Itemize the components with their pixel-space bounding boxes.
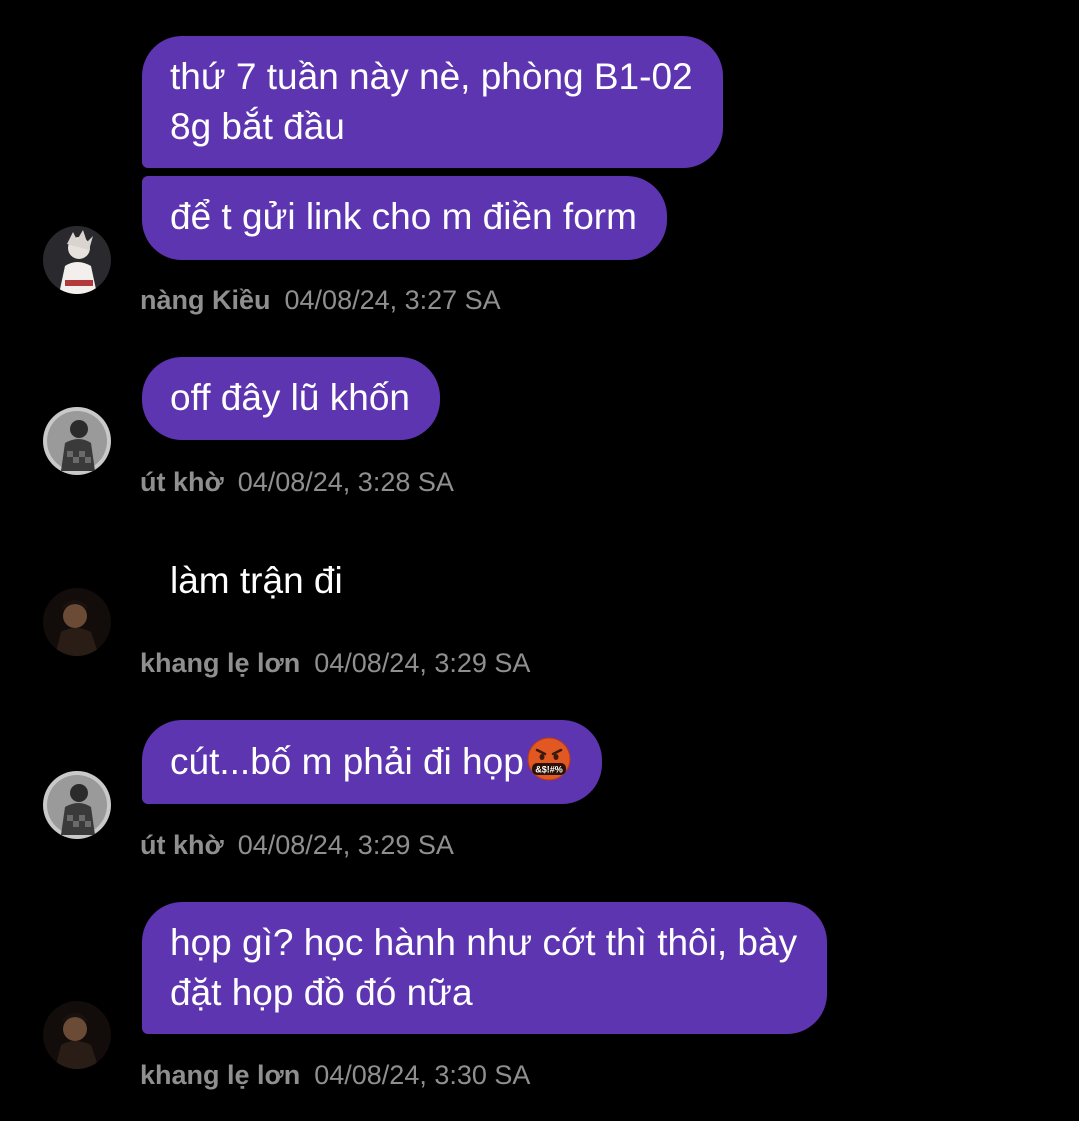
timestamp: 04/08/24, 3:27 SA (284, 285, 501, 315)
timestamp: 04/08/24, 3:28 SA (237, 467, 454, 497)
message-meta: khang lẹ lơn 04/08/24, 3:30 SA (140, 1059, 530, 1091)
avatar[interactable] (43, 1001, 111, 1069)
message-meta: út khờ 04/08/24, 3:29 SA (140, 829, 454, 861)
sender-name[interactable]: khang lẹ lơn (140, 648, 300, 678)
emoji-symbols: &$!#% (535, 765, 563, 775)
message-bubble[interactable]: để t gửi link cho m điền form (142, 176, 667, 260)
message-bubble[interactable]: cút...bố m phải đi họp &$!#% (142, 720, 602, 804)
timestamp: 04/08/24, 3:29 SA (314, 648, 531, 678)
message-bubble[interactable]: làm trận đi (142, 540, 373, 624)
message-bubble[interactable]: thứ 7 tuần này nè, phòng B1-02 8g bắt đầ… (142, 36, 723, 168)
sender-name[interactable]: nàng Kiều (140, 285, 271, 315)
message-meta: nàng Kiều 04/08/24, 3:27 SA (140, 284, 501, 316)
sender-name[interactable]: út khờ (140, 830, 224, 860)
message-bubble[interactable]: họp gì? học hành như cớt thì thôi, bày đ… (142, 902, 828, 1034)
avatar[interactable] (43, 588, 111, 656)
sender-name[interactable]: út khờ (140, 467, 224, 497)
message-bubble[interactable]: off đây lũ khốn (142, 357, 440, 440)
face-with-symbols-on-mouth-icon: &$!#% (527, 737, 571, 781)
avatar[interactable] (43, 407, 111, 475)
timestamp: 04/08/24, 3:29 SA (237, 830, 454, 860)
timestamp: 04/08/24, 3:30 SA (314, 1060, 531, 1090)
avatar[interactable] (43, 226, 111, 294)
avatar[interactable] (43, 771, 111, 839)
message-text: cút...bố m phải đi họp (170, 741, 524, 782)
message-meta: khang lẹ lơn 04/08/24, 3:29 SA (140, 647, 530, 679)
message-meta: út khờ 04/08/24, 3:28 SA (140, 466, 454, 498)
sender-name[interactable]: khang lẹ lơn (140, 1060, 300, 1090)
